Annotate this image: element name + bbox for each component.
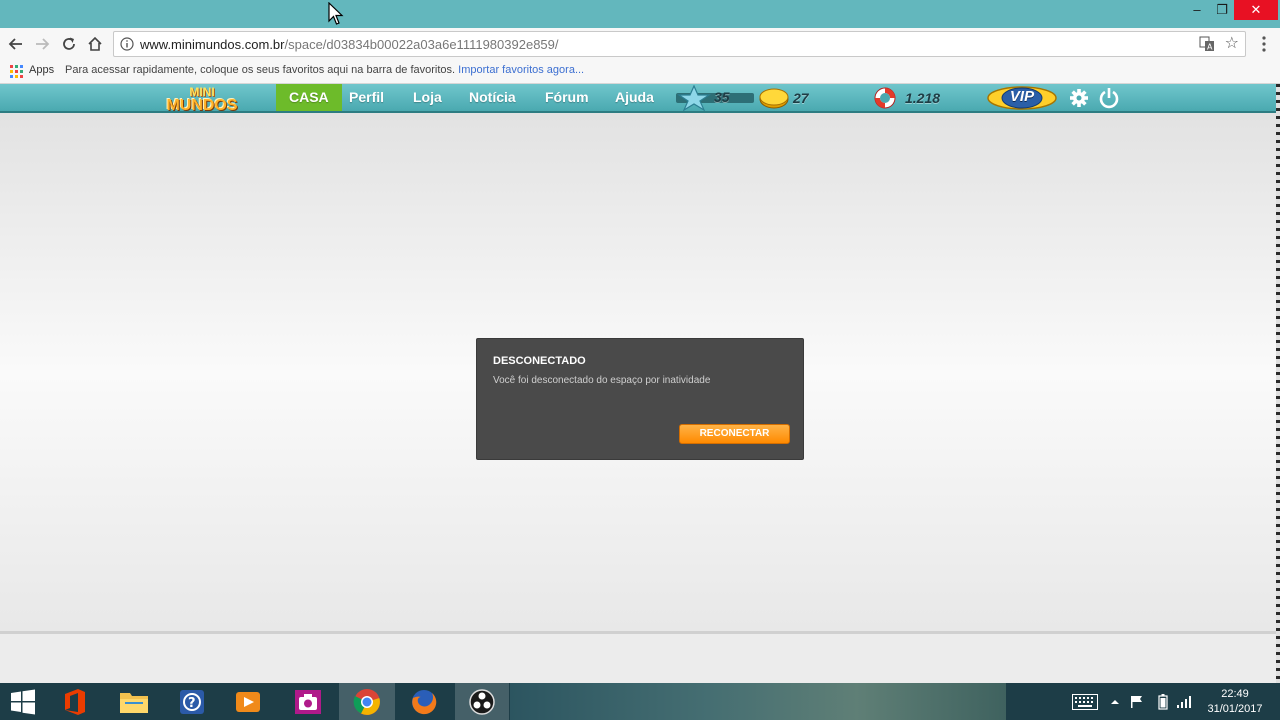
url-text: www.minimundos.com.br/space/d03834b00022…: [140, 37, 559, 52]
credits-indicator: 1.218: [870, 84, 950, 111]
close-button[interactable]: ✕: [1234, 0, 1278, 20]
coins-indicator: 27: [758, 84, 818, 111]
game-header: MINI MUNDOS CASA Perfil Loja Notícia Fór…: [0, 84, 1278, 114]
restore-button[interactable]: ❐: [1210, 0, 1234, 20]
apps-link[interactable]: Apps: [29, 64, 54, 76]
battery-icon: [1158, 693, 1168, 710]
reload-button[interactable]: [57, 32, 81, 56]
level-indicator: 35: [676, 84, 756, 111]
mouse-cursor-icon: [328, 2, 344, 25]
minimize-button[interactable]: ‒: [1184, 0, 1210, 20]
tray-action-center[interactable]: [1126, 683, 1148, 720]
browser-title-bar: ‒ ❐ ✕: [0, 0, 1280, 28]
svg-text:A: A: [1207, 43, 1213, 52]
vip-badge[interactable]: VIP: [986, 84, 1058, 111]
import-bookmarks-link[interactable]: Importar favoritos agora...: [458, 64, 584, 76]
chrome-icon: [353, 688, 380, 715]
taskbar-file-explorer[interactable]: [107, 683, 161, 720]
clock-time: 22:49: [1221, 688, 1249, 700]
chevron-up-icon: [1111, 699, 1119, 704]
windows-logo-icon: [11, 689, 35, 714]
taskbar-camera[interactable]: [281, 683, 335, 720]
nav-perfil[interactable]: Perfil: [349, 84, 384, 111]
apps-grid-icon[interactable]: [10, 65, 24, 79]
dialog-title: DESCONECTADO: [493, 355, 586, 367]
vip-label: VIP: [1009, 88, 1035, 105]
disconnected-dialog: DESCONECTADO Você foi desconectado do es…: [476, 338, 804, 460]
star-icon: [677, 85, 711, 111]
obs-icon: [469, 688, 495, 715]
home-icon: [88, 36, 102, 51]
taskbar-help[interactable]: ?: [165, 683, 219, 720]
media-player-icon: [236, 691, 260, 712]
tray-keyboard[interactable]: [1068, 683, 1102, 720]
firefox-icon: [412, 689, 437, 714]
camera-icon: [295, 689, 321, 714]
bookmark-star-icon[interactable]: ☆: [1225, 34, 1239, 54]
taskbar-wallpaper: [510, 683, 1006, 720]
dialog-message: Você foi desconectado do espaço por inat…: [493, 375, 711, 386]
folder-icon: [120, 692, 148, 713]
browser-toolbar: www.minimundos.com.br/space/d03834b00022…: [0, 28, 1280, 60]
svg-text:?: ?: [188, 696, 196, 711]
taskbar-firefox[interactable]: [397, 683, 451, 720]
back-arrow-icon: [8, 38, 22, 50]
nav-forum[interactable]: Fórum: [545, 84, 589, 111]
nav-loja[interactable]: Loja: [413, 84, 442, 111]
signal-bars-icon: [1177, 695, 1191, 708]
translate-icon[interactable]: A: [1199, 36, 1215, 52]
flag-icon: [1131, 695, 1142, 708]
nav-noticia[interactable]: Notícia: [469, 84, 516, 111]
taskbar-media-player[interactable]: [221, 683, 275, 720]
taskbar-clock[interactable]: 22:49 31/01/2017: [1200, 687, 1270, 717]
forward-arrow-icon: [36, 38, 50, 50]
game-footer-strip: [0, 631, 1278, 683]
reconnect-button[interactable]: RECONECTAR: [679, 424, 790, 444]
tray-show-hidden[interactable]: [1106, 683, 1124, 720]
address-bar[interactable]: www.minimundos.com.br/space/d03834b00022…: [113, 31, 1246, 57]
window-edge: [1276, 84, 1280, 684]
bookmarks-bar: Apps Para acessar rapidamente, coloque o…: [0, 60, 1280, 84]
keyboard-icon: [1072, 693, 1098, 710]
taskbar-office[interactable]: [48, 683, 102, 720]
level-value: 35: [714, 89, 730, 105]
settings-gear-icon[interactable]: [1068, 88, 1090, 108]
coins-value: 27: [793, 89, 809, 106]
lifebuoy-icon: [874, 87, 896, 108]
home-button[interactable]: [83, 32, 107, 56]
bookmarks-hint: Para acessar rapidamente, coloque os seu…: [65, 64, 585, 76]
reload-icon: [63, 37, 75, 50]
tray-network[interactable]: [1174, 683, 1194, 720]
help-icon: ?: [180, 689, 204, 714]
taskbar-chrome[interactable]: [339, 683, 395, 720]
menu-dots-icon[interactable]: [1256, 34, 1272, 54]
back-button[interactable]: [4, 32, 28, 56]
office-icon: [65, 688, 85, 715]
minimundos-logo[interactable]: MINI MUNDOS: [156, 84, 248, 114]
start-button[interactable]: [0, 683, 46, 720]
power-logout-icon[interactable]: [1098, 87, 1120, 109]
tray-battery[interactable]: [1152, 683, 1174, 720]
nav-casa[interactable]: CASA: [276, 84, 342, 111]
windows-taskbar: ? 22:49 31/01/2017: [0, 683, 1280, 720]
clock-date: 31/01/2017: [1207, 703, 1263, 715]
coin-icon: [759, 88, 789, 108]
nav-ajuda[interactable]: Ajuda: [615, 84, 654, 111]
forward-button[interactable]: [30, 32, 54, 56]
taskbar-obs[interactable]: [455, 683, 509, 720]
credits-value: 1.218: [905, 89, 941, 106]
info-icon[interactable]: [120, 37, 134, 51]
